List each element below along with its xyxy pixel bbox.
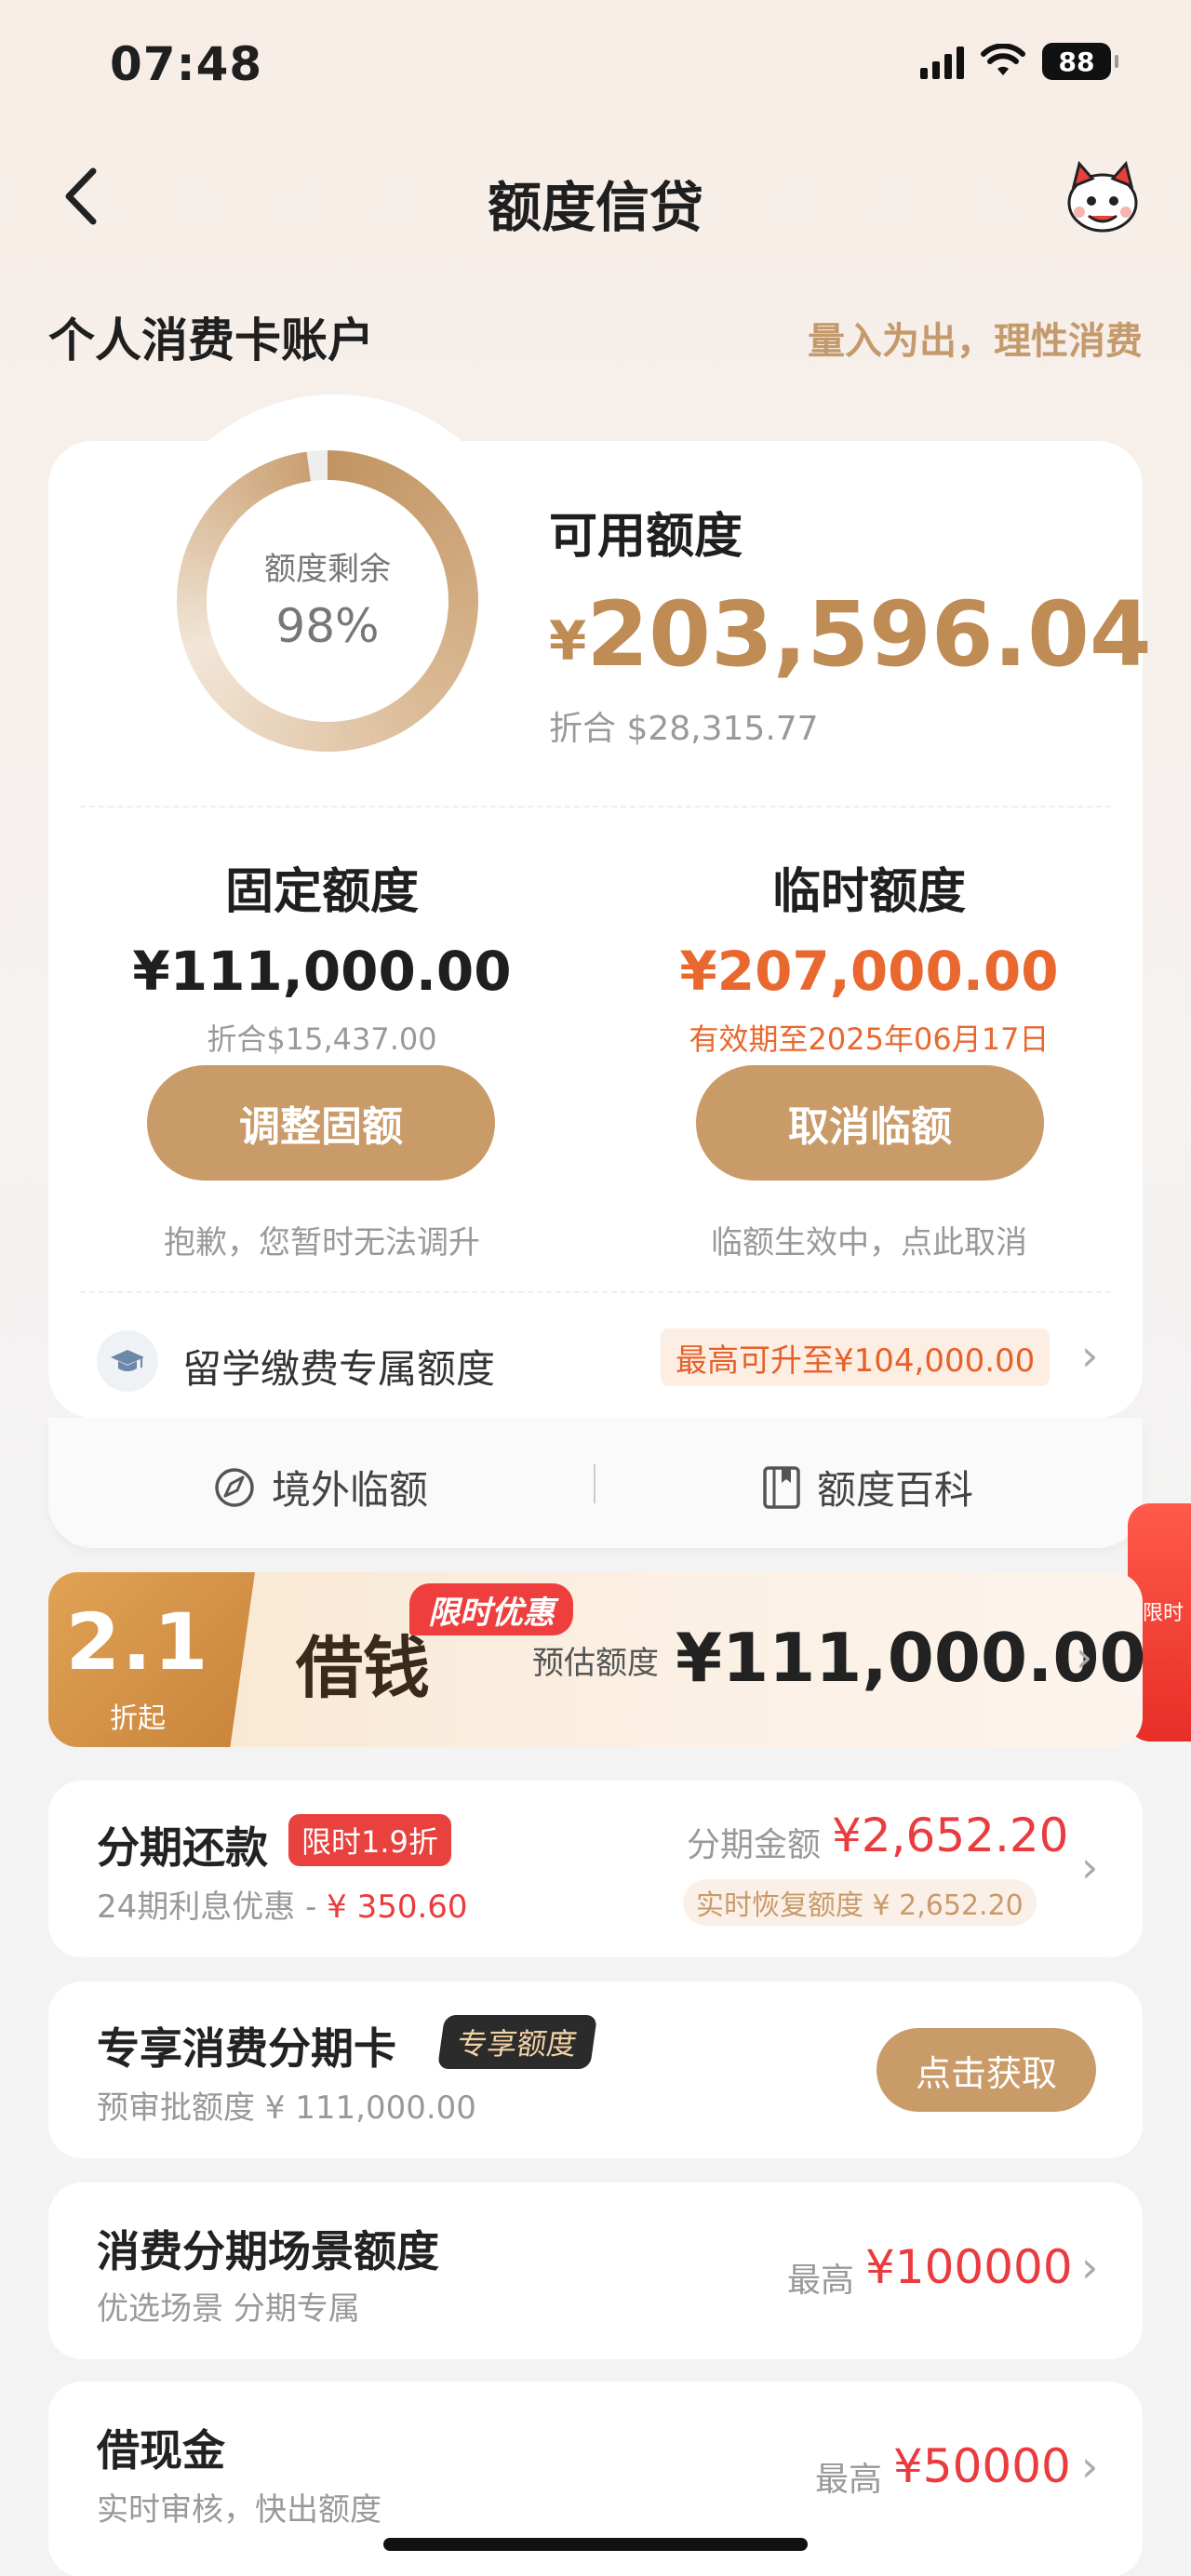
graduation-cap-icon <box>97 1330 158 1392</box>
available-amount: ¥203,596.04 <box>549 582 1152 687</box>
available-label: 可用额度 <box>549 509 743 565</box>
credit-wiki-link[interactable]: 额度百科 <box>761 1459 973 1515</box>
battery-icon: 88 <box>1042 43 1118 80</box>
status-time: 07:48 <box>110 37 263 91</box>
chevron-right-icon[interactable]: › <box>1081 2242 1098 2292</box>
overseas-temp-label: 境外临额 <box>272 1467 429 1513</box>
compass-icon <box>215 1467 254 1507</box>
exclusive-tag: 专享额度 <box>436 2015 598 2069</box>
installment-sub: 24期利息优惠 - ¥ 350.60 <box>97 1881 468 1927</box>
scene-title: 消费分期场景额度 <box>97 2226 439 2276</box>
installment-title: 分期还款 <box>97 1822 268 1873</box>
temp-title: 临时额度 <box>771 864 966 920</box>
adjust-fixed-button[interactable]: 调整固额 <box>147 1065 495 1181</box>
temp-amount: ¥207,000.00 <box>679 940 1059 1003</box>
installment-amount-label: 分期金额 <box>687 1826 822 1864</box>
chevron-right-icon[interactable]: › <box>1081 1330 1098 1381</box>
chevron-right-icon[interactable]: › <box>1081 2441 1098 2491</box>
installment-amount: ¥2,652.20 <box>832 1809 1069 1862</box>
discount-value: 2.1 <box>65 1596 210 1688</box>
book-icon <box>763 1465 800 1509</box>
chevron-right-icon[interactable]: › <box>1076 1632 1092 1682</box>
wifi-icon <box>981 44 1025 75</box>
signal-icon <box>920 44 964 79</box>
recover-credit-tag: 实时恢复额度 ¥ 2,652.20 <box>683 1879 1037 1926</box>
chevron-right-icon[interactable]: › <box>1081 1842 1098 1892</box>
divider <box>80 806 1111 808</box>
divider <box>594 1464 596 1503</box>
fixed-note: 抱歉，您暂时无法调升 <box>164 1224 480 1261</box>
credit-wiki-label: 额度百科 <box>817 1467 974 1513</box>
preapproved-amount: 预审批额度 ¥ 111,000.00 <box>97 2089 476 2127</box>
overseas-temp-link[interactable]: 境外临额 <box>212 1459 428 1515</box>
available-number: 203,596.04 <box>586 582 1152 687</box>
page-title: 额度信贷 <box>487 176 703 239</box>
installment-discount-tag: 限时1.9折 <box>288 1814 451 1866</box>
fixed-converted: 折合$15,437.00 <box>207 1021 437 1057</box>
account-slogan: 量入为出，理性消费 <box>808 320 1143 363</box>
temp-note[interactable]: 临额生效中，点此取消 <box>627 1217 1111 1262</box>
divider <box>80 1291 1111 1293</box>
discount-sub: 折起 <box>110 1702 166 1735</box>
ring-label: 额度剩余 <box>264 551 391 588</box>
available-converted: 折合 $28,315.77 <box>549 710 819 748</box>
limited-offer-badge: 限时优惠 <box>409 1583 573 1635</box>
estimate-label: 预估额度 <box>532 1645 659 1682</box>
installment-sub-amount: ¥ 350.60 <box>327 1889 468 1926</box>
temp-expiry: 有效期至2025年06月17日 <box>689 1021 1050 1057</box>
get-card-button[interactable]: 点击获取 <box>877 2028 1096 2112</box>
study-upgrade-tag: 最高可升至¥104,000.00 <box>661 1328 1050 1386</box>
home-indicator <box>383 2538 808 2551</box>
status-icons: 88 <box>920 43 1118 80</box>
ring-value: 98% <box>275 599 380 653</box>
cancel-temp-button[interactable]: 取消临额 <box>696 1065 1044 1181</box>
fixed-amount: ¥111,000.00 <box>132 940 512 1003</box>
fixed-title: 固定额度 <box>224 864 419 920</box>
scene-max-label: 最高 <box>787 2262 855 2300</box>
account-title: 个人消费卡账户 <box>48 314 374 367</box>
exclusive-title: 专享消费分期卡 <box>97 2023 396 2074</box>
cash-max-amount: ¥50000 <box>893 2439 1071 2493</box>
scene-max-amount: ¥100000 <box>865 2240 1073 2294</box>
currency-symbol: ¥ <box>549 609 587 673</box>
scene-sub: 优选场景 分期专属 <box>97 2290 360 2328</box>
study-abroad-label[interactable]: 留学缴费专属额度 <box>182 1338 495 1395</box>
mascot-service-icon[interactable] <box>1061 156 1144 240</box>
installment-sub-text: 24期利息优惠 - <box>97 1889 328 1926</box>
promo-tab-label: 限时 <box>1143 1602 1184 1625</box>
cash-title: 借现金 <box>97 2425 225 2476</box>
cash-max-label: 最高 <box>815 2461 883 2499</box>
cash-sub: 实时审核，快出额度 <box>97 2491 381 2529</box>
